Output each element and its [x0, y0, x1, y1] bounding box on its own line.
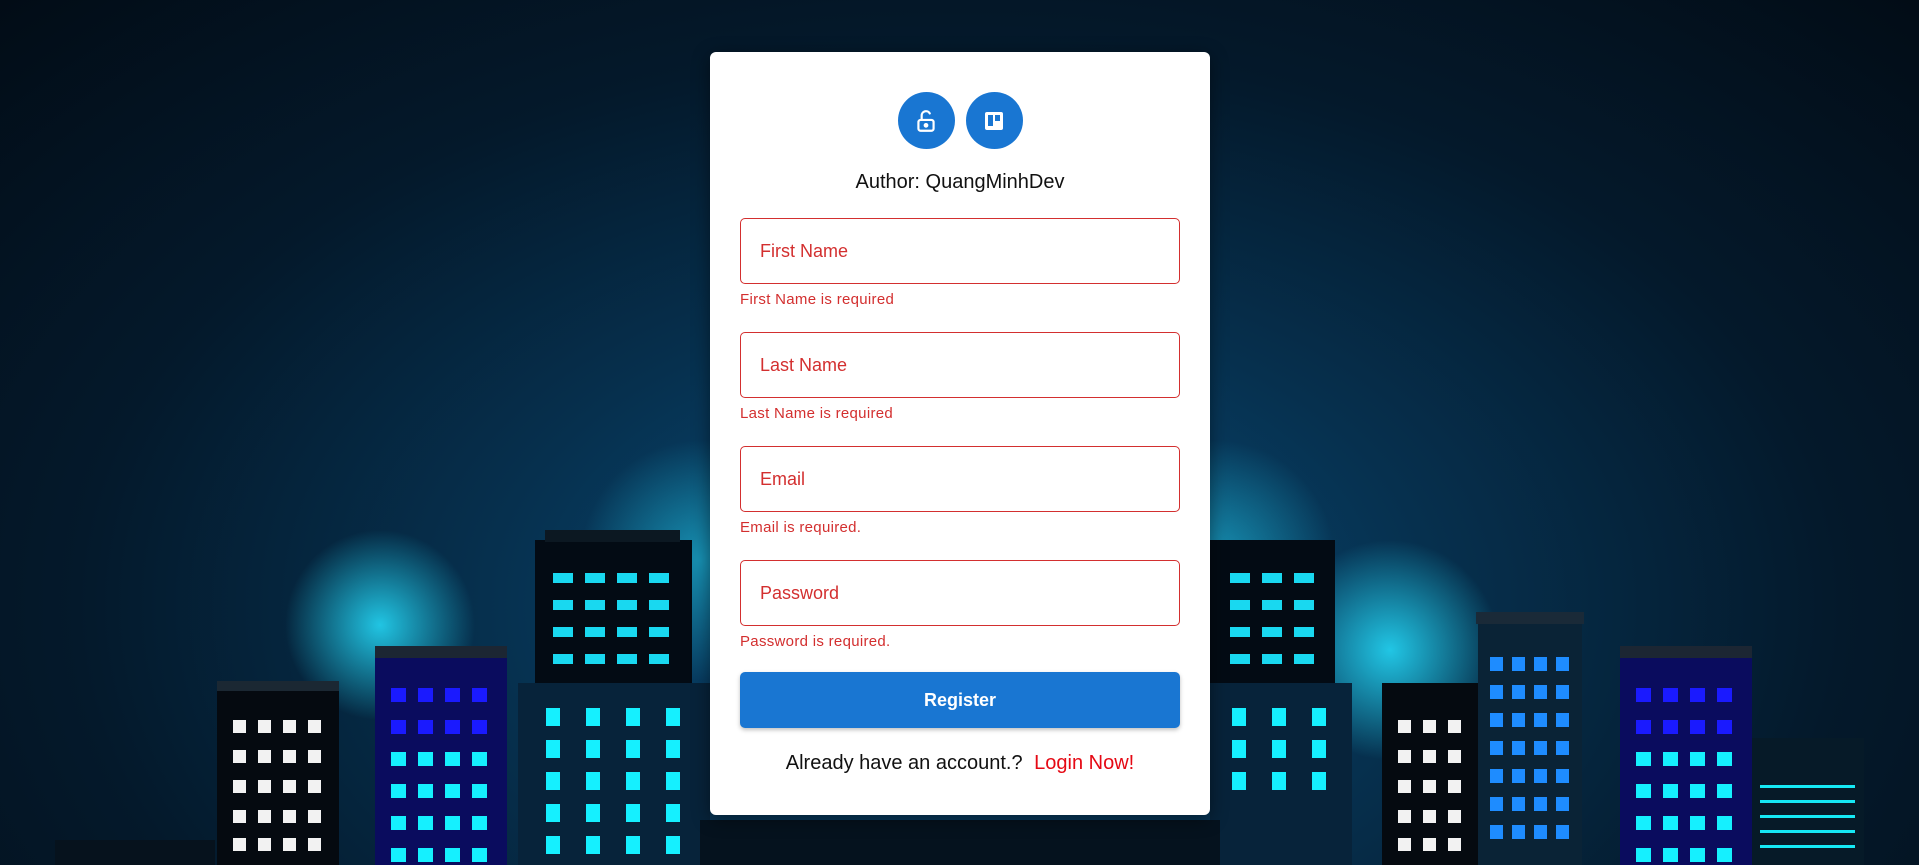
- first-name-field-box: [740, 218, 1180, 284]
- password-group: Password is required.: [740, 560, 1180, 650]
- email-field-box: [740, 446, 1180, 512]
- trello-board-icon: [965, 92, 1023, 149]
- login-now-link[interactable]: Login Now!: [1034, 752, 1134, 774]
- first-name-error: First Name is required: [740, 291, 895, 308]
- password-field[interactable]: [758, 581, 1162, 605]
- password-field-box: [740, 560, 1180, 626]
- first-name-group: First Name is required: [740, 218, 1180, 308]
- email-group: Email is required.: [740, 446, 1180, 536]
- already-have-account-text: Already have an account.?: [785, 752, 1023, 774]
- email-error: Email is required.: [740, 519, 862, 536]
- register-card: Author: QuangMinhDev First Name is requi…: [710, 52, 1210, 815]
- last-name-field[interactable]: [758, 353, 1162, 377]
- login-prompt: Already have an account.? Login Now!: [740, 752, 1180, 775]
- password-error: Password is required.: [740, 633, 891, 650]
- register-button[interactable]: Register: [740, 672, 1180, 728]
- lock-open-icon: [897, 92, 955, 149]
- last-name-group: Last Name is required: [740, 332, 1180, 422]
- last-name-error: Last Name is required: [740, 405, 894, 422]
- last-name-field-box: [740, 332, 1180, 398]
- first-name-field[interactable]: [758, 239, 1162, 263]
- email-field[interactable]: [758, 467, 1162, 491]
- author-text: Author: QuangMinhDev: [855, 171, 1065, 193]
- header-icons: [740, 92, 1180, 149]
